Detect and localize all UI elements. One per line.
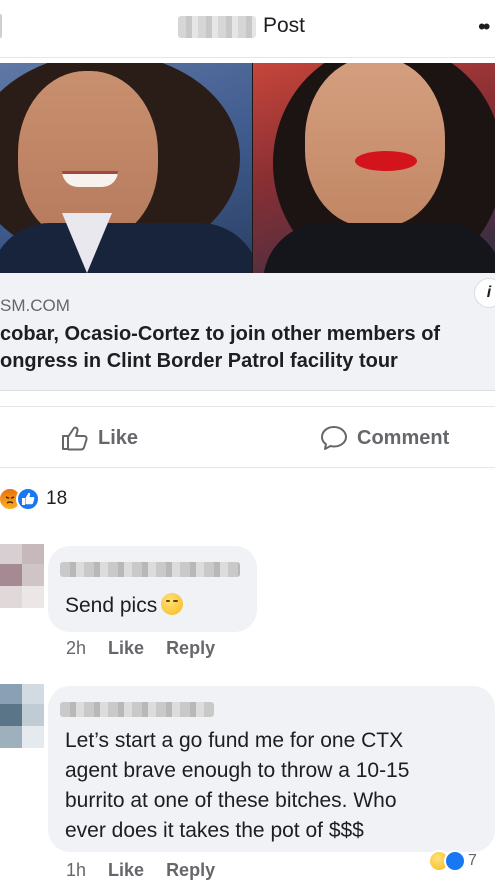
comment-like-button[interactable]: Like — [108, 860, 144, 880]
blurred-author-name — [178, 16, 256, 38]
post-action-bar: Like Comment — [0, 406, 495, 468]
photo-left — [0, 63, 252, 273]
smirk-emoji-icon — [161, 593, 184, 615]
comment-line-4: ever does it takes the pot of $$$ — [65, 819, 364, 842]
comment-reactions[interactable]: 7 — [428, 850, 477, 872]
comment-bubble[interactable]: Send pics — [48, 546, 257, 632]
avatar[interactable] — [0, 544, 44, 608]
reactions-count: 18 — [46, 488, 68, 509]
like-reaction-icon — [444, 850, 466, 872]
comment-button[interactable]: Comment — [320, 425, 449, 451]
reactions-summary[interactable]: 18 — [0, 484, 67, 514]
link-preview[interactable]: SM.COM cobar, Ocasio-Cortez to join othe… — [0, 273, 495, 391]
comment-reply-button[interactable]: Reply — [166, 638, 215, 659]
back-button[interactable] — [0, 14, 2, 38]
headline-line-2: ongress in Clint Border Patrol facility … — [0, 350, 398, 372]
blurred-commenter-name — [60, 562, 240, 577]
like-button[interactable]: Like — [61, 425, 138, 451]
comment-line-3: burrito at one of these bitches. Who — [65, 789, 397, 812]
avatar[interactable] — [0, 684, 44, 748]
page-title: Post — [263, 14, 306, 37]
like-reaction-icon — [16, 487, 40, 511]
comment-like-button[interactable]: Like — [108, 638, 144, 659]
post-header: Post •• — [0, 0, 495, 58]
comment-reaction-count: 7 — [468, 852, 477, 869]
comment-reply-button[interactable]: Reply — [166, 860, 215, 880]
comment-meta: 1h Like Reply — [66, 860, 215, 880]
more-dots-icon[interactable]: •• — [478, 14, 491, 40]
link-domain: SM.COM — [0, 296, 70, 315]
like-label: Like — [98, 426, 139, 449]
blurred-commenter-name — [60, 702, 214, 717]
comment-label: Comment — [357, 426, 450, 449]
photo-right — [253, 63, 495, 273]
comment-meta: 2h Like Reply — [66, 638, 215, 659]
comment-time: 2h — [66, 638, 87, 658]
comment-time: 1h — [66, 860, 87, 880]
comment-bubble[interactable]: Let’s start a go fund me for one CTX age… — [48, 686, 495, 852]
info-icon[interactable]: i — [474, 278, 495, 308]
comment-text: Let’s start a go fund me for one CTX age… — [65, 726, 409, 846]
comment-bubble-icon — [321, 426, 347, 450]
link-headline[interactable]: cobar, Ocasio-Cortez to join other membe… — [0, 321, 495, 375]
comment-line-2: agent brave enough to throw a 10-15 — [65, 759, 410, 782]
comment-line-1: Let’s start a go fund me for one CTX — [65, 729, 404, 752]
link-preview-image[interactable] — [0, 63, 495, 273]
comment-text: Send pics — [65, 591, 184, 621]
headline-line-1: cobar, Ocasio-Cortez to join other membe… — [0, 323, 441, 345]
thumbs-up-icon — [62, 426, 88, 451]
